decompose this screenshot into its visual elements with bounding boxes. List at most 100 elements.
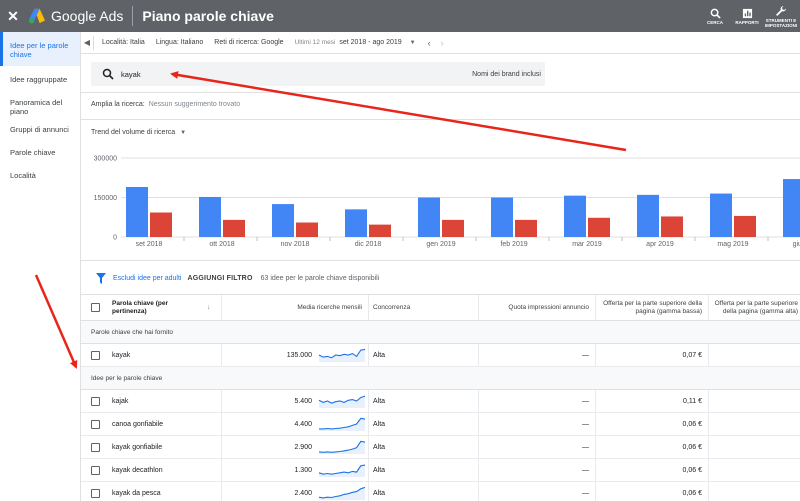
bar[interactable] <box>491 197 513 238</box>
bar[interactable] <box>199 196 221 237</box>
impression-share-cell: — <box>478 482 595 501</box>
col-competition[interactable]: Concorrenza <box>368 295 478 320</box>
y-tick-label: 150000 <box>94 195 117 202</box>
trend-sparkline <box>318 395 366 408</box>
search-tool-button[interactable]: CERCA <box>700 0 730 32</box>
sidebar-item-label: Idee per le parole chiave <box>10 41 69 59</box>
language-filter[interactable]: Lingua: Italiano <box>156 39 203 46</box>
table-toolbar: Escludi idee per adulti AGGIUNGI FILTRO … <box>81 264 800 292</box>
x-tick-label: mag 2019 <box>717 241 748 248</box>
trend-sparkline-cell <box>317 482 367 501</box>
col-bid-high[interactable]: Offerta per la parte superiore della pag… <box>708 295 800 320</box>
row-checkbox[interactable] <box>91 396 100 406</box>
google-ads-logo <box>29 8 45 24</box>
trend-dropdown-label: Trend del volume di ricerca <box>91 129 176 136</box>
bid-low-cell: 0,06 € <box>595 413 708 435</box>
broaden-value: Nessun suggerimento trovato <box>148 101 241 108</box>
search-query[interactable]: kayak <box>121 70 472 79</box>
bar[interactable] <box>734 215 756 237</box>
sort-arrow-icon[interactable]: ↓ <box>207 304 211 311</box>
exclude-adult-ideas-chip[interactable]: Escludi idee per adulti <box>113 275 182 282</box>
col-avg-searches[interactable]: Media ricerche mensili <box>221 295 368 320</box>
tools-settings-button[interactable]: STRUMENTI E IMPOSTAZIONI <box>764 0 798 32</box>
sidebar-item-locations[interactable]: Località <box>0 171 80 180</box>
group-header-provided: Parole chiave che hai fornito <box>81 321 800 344</box>
group-header-ideas: Idee per le parole chiave <box>81 367 800 390</box>
table-row: kayak da pesca 2.400 Alta —0,06 € <box>81 482 800 501</box>
select-all-checkbox[interactable] <box>91 303 100 312</box>
location-filter[interactable]: Località: Italia <box>102 39 145 46</box>
bar[interactable] <box>637 194 659 237</box>
table-row: kayak 135.000 Alta —0,07 € <box>81 344 800 367</box>
bar[interactable] <box>710 193 732 237</box>
bid-high-cell <box>708 482 800 501</box>
sidebar-item-plan-overview[interactable]: Panoramica del piano <box>0 98 80 116</box>
keyword-cell[interactable]: kayak <box>112 344 222 366</box>
row-checkbox[interactable] <box>91 442 100 452</box>
bid-high-cell <box>708 344 800 366</box>
bar[interactable] <box>661 216 683 237</box>
keyword-cell[interactable]: kayak gonfiabile <box>112 436 222 458</box>
ideas-count: 63 idee per le parole chiave disponibili <box>260 274 380 282</box>
table-row: kayak gonfiabile 2.900 Alta —0,06 € <box>81 436 800 459</box>
keyword-table: Parola chiave (per pertinenza) ↓ Media r… <box>81 294 800 501</box>
bar[interactable] <box>296 222 318 237</box>
col-keyword[interactable]: Parola chiave (per pertinenza) <box>112 295 197 320</box>
filter-funnel-icon[interactable] <box>95 272 107 284</box>
collapse-chevron-icon[interactable]: ◀ <box>81 38 93 47</box>
bar[interactable] <box>515 219 537 237</box>
row-checkbox[interactable] <box>91 465 100 475</box>
bar[interactable] <box>345 209 367 237</box>
bar[interactable] <box>369 224 391 237</box>
row-checkbox[interactable] <box>91 419 100 429</box>
bar[interactable] <box>418 197 440 238</box>
add-filter-button[interactable]: AGGIUNGI FILTRO <box>188 275 253 282</box>
bid-low-cell: 0,06 € <box>595 459 708 481</box>
competition-cell: Alta <box>368 482 478 501</box>
bar[interactable] <box>564 195 586 237</box>
bar[interactable] <box>783 179 800 237</box>
keyword-cell[interactable]: kayak decathlon <box>112 459 222 481</box>
page-title: Piano parole chiave <box>142 8 274 24</box>
bar[interactable] <box>442 219 464 237</box>
bar[interactable] <box>588 217 610 237</box>
next-period-icon[interactable]: › <box>441 38 444 48</box>
x-tick-label: set 2018 <box>136 241 163 248</box>
close-icon[interactable]: ✕ <box>0 8 26 25</box>
keyword-cell[interactable]: kajak <box>112 390 222 412</box>
bar[interactable] <box>150 212 172 237</box>
col-bid-low[interactable]: Offerta per la parte superiore della pag… <box>595 295 708 320</box>
header-tools: CERCA RAPPORTI STRUMENTI E IMPOSTAZIONI <box>700 0 800 32</box>
reports-tool-button[interactable]: RAPPORTI <box>732 0 762 32</box>
brand-names-toggle[interactable]: Nomi dei brand inclusi <box>472 71 541 78</box>
keyword-cell[interactable]: canoa gonfiabile <box>112 413 222 435</box>
row-checkbox[interactable] <box>91 488 100 498</box>
table-row: kayak decathlon 1.300 Alta —0,06 € <box>81 459 800 482</box>
x-tick-label: ott 2018 <box>209 241 234 248</box>
impression-share-cell: — <box>478 413 595 435</box>
trend-dropdown[interactable]: Trend del volume di ricerca ▼ <box>91 129 186 136</box>
bar[interactable] <box>272 204 294 237</box>
y-tick-label: 0 <box>113 235 117 242</box>
prev-period-icon[interactable]: ‹ <box>428 38 431 48</box>
keyword-cell[interactable]: kayak da pesca <box>112 482 222 501</box>
sidebar-item-keywords[interactable]: Parole chiave <box>0 148 80 157</box>
sidebar-item-grouped-ideas[interactable]: Idee raggruppate <box>0 75 80 84</box>
sidebar-item-keyword-ideas[interactable]: Idee per le parole chiave <box>0 32 80 66</box>
competition-cell: Alta <box>368 413 478 435</box>
provided-rows: kayak 135.000 Alta —0,07 € <box>81 344 800 367</box>
network-filter[interactable]: Reti di ricerca: Google <box>214 39 283 46</box>
row-select-cell <box>91 482 105 501</box>
keyword-search-box[interactable]: kayak Nomi dei brand inclusi <box>91 62 545 86</box>
period-dropdown-icon[interactable]: ▼ <box>410 40 416 46</box>
col-impression-share[interactable]: Quota impressioni annuncio <box>478 295 595 320</box>
header-divider <box>132 6 134 26</box>
divider <box>81 92 800 93</box>
row-checkbox[interactable] <box>91 350 100 360</box>
table-row: canoa gonfiabile 4.400 Alta —0,06 € <box>81 413 800 436</box>
period-value[interactable]: set 2018 - ago 2019 <box>339 39 401 46</box>
sidebar-item-ad-groups[interactable]: Gruppi di annunci <box>0 125 80 134</box>
bar[interactable] <box>126 186 148 237</box>
x-tick-label: dic 2018 <box>355 241 382 248</box>
bar[interactable] <box>223 219 245 237</box>
